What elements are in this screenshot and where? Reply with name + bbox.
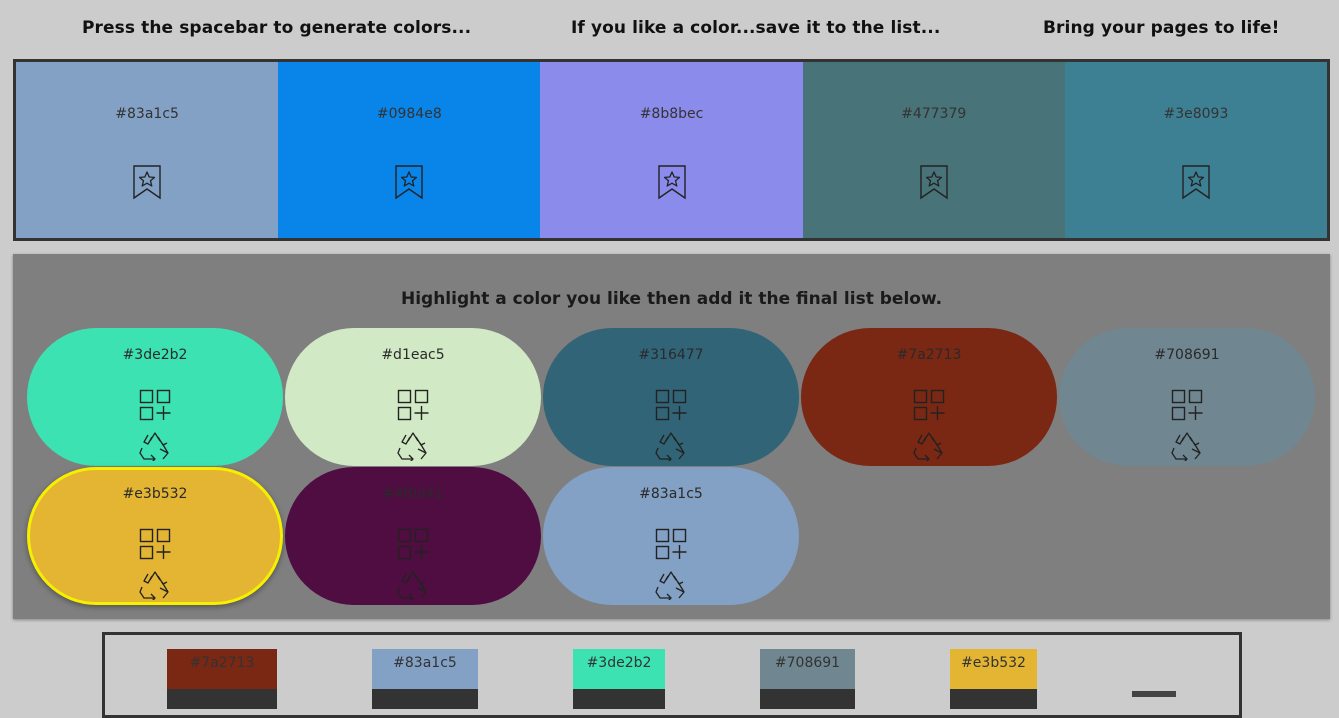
color-hex-label: #e3b532 bbox=[122, 486, 188, 502]
instruction-generate: Press the spacebar to generate colors... bbox=[82, 18, 472, 38]
palette-color-pill[interactable]: #4f0d41 bbox=[285, 467, 541, 605]
color-hex-label: #83a1c5 bbox=[115, 106, 179, 122]
color-hex-label: #7a2713 bbox=[896, 347, 962, 363]
color-hex-label: #83a1c5 bbox=[639, 486, 703, 502]
recycle-icon[interactable] bbox=[396, 431, 430, 461]
palette-panel: Highlight a color you like then add it t… bbox=[13, 254, 1330, 619]
palette-color-pill[interactable]: #83a1c5 bbox=[543, 467, 799, 605]
bookmark-star-icon[interactable] bbox=[657, 164, 687, 200]
add-to-list-icon[interactable] bbox=[655, 389, 687, 421]
generated-color-cell[interactable]: #0984e8 bbox=[278, 62, 541, 238]
swatch-bar bbox=[950, 689, 1037, 709]
palette-title: Highlight a color you like then add it t… bbox=[400, 289, 943, 309]
header: Press the spacebar to generate colors...… bbox=[0, 18, 1339, 44]
swatch-bar bbox=[573, 689, 665, 709]
recycle-icon[interactable] bbox=[654, 431, 688, 461]
add-to-list-icon[interactable] bbox=[913, 389, 945, 421]
color-hex-label: #83a1c5 bbox=[372, 649, 478, 689]
color-hex-label: #0984e8 bbox=[376, 106, 442, 122]
color-hex-label: #708691 bbox=[1154, 347, 1220, 363]
swatch-bar bbox=[760, 689, 855, 709]
final-list-swatch[interactable]: #e3b532 bbox=[950, 649, 1037, 709]
generated-color-cell[interactable]: #477379 bbox=[802, 62, 1065, 238]
palette-color-pill[interactable]: #316477 bbox=[543, 328, 799, 466]
add-to-list-icon[interactable] bbox=[139, 389, 171, 421]
generated-color-cell[interactable]: #3e8093 bbox=[1064, 62, 1327, 238]
color-hex-label: #8b8bec bbox=[639, 106, 704, 122]
final-list-swatch[interactable]: #83a1c5 bbox=[372, 649, 478, 709]
add-to-list-icon[interactable] bbox=[655, 528, 687, 560]
palette-color-pill[interactable]: #3de2b2 bbox=[27, 328, 283, 466]
recycle-icon[interactable] bbox=[654, 570, 688, 600]
palette-color-pill[interactable]: #7a2713 bbox=[801, 328, 1057, 466]
color-hex-label: #e3b532 bbox=[950, 649, 1037, 689]
bookmark-star-icon[interactable] bbox=[394, 164, 424, 200]
color-hex-label: #477379 bbox=[901, 106, 967, 122]
color-hex-label: #4f0d41 bbox=[382, 486, 444, 502]
instruction-tagline: Bring your pages to life! bbox=[1043, 18, 1280, 38]
recycle-icon[interactable] bbox=[396, 570, 430, 600]
add-to-list-icon[interactable] bbox=[397, 528, 429, 560]
swatch-bar bbox=[167, 689, 277, 709]
add-to-list-icon[interactable] bbox=[1171, 389, 1203, 421]
bookmark-star-icon[interactable] bbox=[1181, 164, 1211, 200]
final-list-placeholder bbox=[1132, 691, 1176, 697]
palette-color-pill[interactable]: #d1eac5 bbox=[285, 328, 541, 466]
color-hex-label: #3de2b2 bbox=[573, 649, 665, 689]
final-list-swatch[interactable]: #3de2b2 bbox=[573, 649, 665, 709]
add-to-list-icon[interactable] bbox=[139, 528, 171, 560]
palette-color-pill[interactable]: #e3b532 bbox=[27, 467, 283, 605]
recycle-icon[interactable] bbox=[138, 431, 172, 461]
recycle-icon[interactable] bbox=[138, 570, 172, 600]
final-list-swatch[interactable]: #708691 bbox=[760, 649, 855, 709]
generated-color-cell[interactable]: #8b8bec bbox=[540, 62, 803, 238]
bookmark-star-icon[interactable] bbox=[132, 164, 162, 200]
color-hex-label: #3e8093 bbox=[1163, 106, 1229, 122]
color-hex-label: #316477 bbox=[638, 347, 704, 363]
color-hex-label: #d1eac5 bbox=[381, 347, 445, 363]
color-hex-label: #708691 bbox=[760, 649, 855, 689]
instruction-save: If you like a color...save it to the lis… bbox=[571, 18, 941, 38]
final-color-list: #7a2713 #83a1c5 #3de2b2 #708691 #e3b532 bbox=[102, 632, 1242, 718]
color-hex-label: #7a2713 bbox=[167, 649, 277, 689]
bookmark-star-icon[interactable] bbox=[919, 164, 949, 200]
swatch-bar bbox=[372, 689, 478, 709]
recycle-icon[interactable] bbox=[912, 431, 946, 461]
generated-colors-strip: #83a1c5 #0984e8 #8b8bec #477379 #3e8093 bbox=[13, 59, 1330, 241]
add-to-list-icon[interactable] bbox=[397, 389, 429, 421]
generated-color-cell[interactable]: #83a1c5 bbox=[16, 62, 279, 238]
color-hex-label: #3de2b2 bbox=[122, 347, 188, 363]
final-list-swatch[interactable]: #7a2713 bbox=[167, 649, 277, 709]
palette-color-pill[interactable]: #708691 bbox=[1059, 328, 1315, 466]
recycle-icon[interactable] bbox=[1170, 431, 1204, 461]
